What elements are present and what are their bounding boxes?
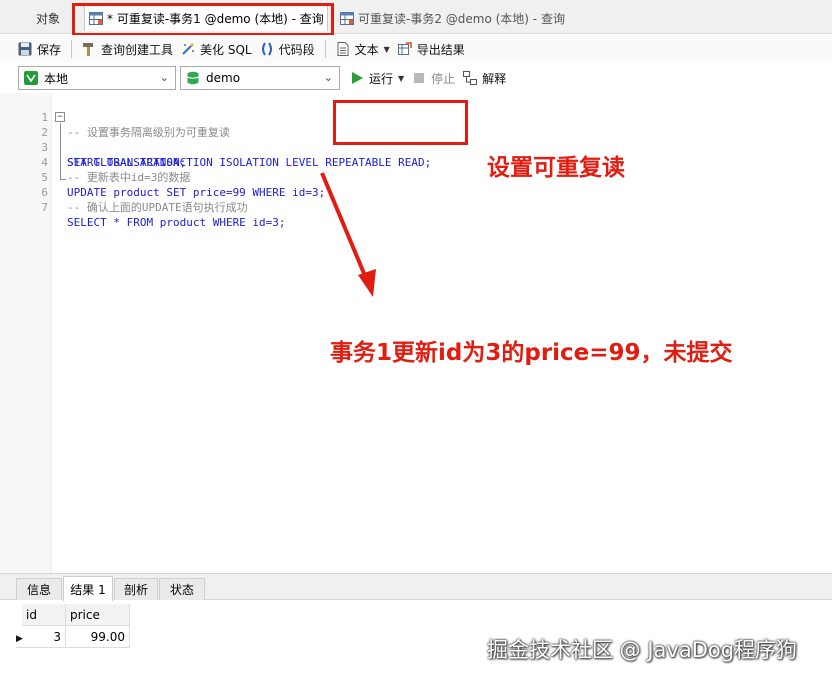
code-text: SELECT * FROM product WHERE id=3; [67, 216, 286, 229]
column-header-label: id [26, 608, 37, 622]
save-label: 保存 [37, 42, 62, 57]
beautify-sql-label: 美化 SQL [200, 42, 252, 57]
column-header-label: price [70, 608, 100, 622]
database-value: demo [206, 71, 241, 85]
highlight-repeatable-read [333, 100, 468, 145]
tab-result-1[interactable]: 结果 1 [63, 576, 113, 601]
explain-label: 解释 [482, 71, 507, 86]
toolbar-main: 保存 查询创建工具 美化 SQL 代码段 文本 ▼ 导出结果 [0, 35, 832, 63]
caret-down-icon: ▼ [398, 73, 405, 83]
export-results-button[interactable]: 导出结果 [394, 38, 469, 60]
cell-value: 99.00 [90, 630, 125, 644]
connection-value: 本地 [44, 71, 69, 86]
query-builder-label: 查询创建工具 [101, 42, 174, 57]
connection-select[interactable]: 本地 ⌄ [18, 66, 176, 90]
magic-wand-icon [182, 43, 195, 55]
tab-second-label: 可重复读-事务2 @demo (本地) - 查询 [358, 11, 565, 26]
text-mode-dropdown[interactable]: 文本 ▼ [332, 38, 394, 60]
tab-objects-label: 对象 [36, 11, 61, 26]
chevron-down-icon: ⌄ [159, 71, 169, 84]
tab-profile-label: 剖析 [123, 583, 148, 597]
annotation-update: 事务1更新id为3的price=99，未提交 [330, 340, 733, 366]
document-icon [337, 42, 349, 56]
table-cell[interactable]: 99.00 [66, 626, 130, 648]
toolbar-separator [324, 40, 326, 58]
tab-query-transaction-2[interactable]: 可重复读-事务2 @demo (本地) - 查询 [338, 6, 565, 30]
watermark: 掘金技术社区 @ JavaDog程序狗 [487, 638, 798, 662]
toolbar-connection: 本地 ⌄ demo ⌄ 运行 ▼ 停止 解释 [0, 63, 832, 93]
connection-icon [24, 71, 38, 85]
explain-button[interactable]: 解释 [459, 67, 510, 89]
code-line: 1 -- 设置事务隔离级别为可重复读 [0, 95, 600, 139]
query-table-icon [340, 11, 354, 25]
tab-info[interactable]: 信息 [16, 578, 62, 600]
explain-icon [463, 71, 478, 85]
parentheses-icon [261, 42, 272, 56]
export-results-label: 导出结果 [416, 42, 465, 57]
run-label: 运行 [369, 71, 394, 86]
stop-icon [414, 73, 425, 83]
floppy-disk-icon [18, 42, 32, 56]
tab-profile[interactable]: 剖析 [114, 578, 158, 600]
stop-button[interactable]: 停止 [408, 67, 459, 89]
tab-status-label: 状态 [169, 583, 194, 597]
cell-value: 3 [53, 630, 61, 644]
chevron-down-icon: ⌄ [323, 71, 333, 84]
line-number: 7 [41, 201, 48, 214]
stop-label: 停止 [431, 71, 456, 86]
code-snippet-label: 代码段 [278, 42, 315, 57]
export-table-icon [397, 42, 412, 55]
caret-down-icon: ▼ [383, 44, 390, 54]
save-button[interactable]: 保存 [14, 38, 65, 60]
tab-result-label: 结果 1 [70, 582, 106, 597]
tab-info-label: 信息 [26, 583, 51, 597]
table-cell[interactable]: 3 [22, 626, 66, 648]
red-arrow-icon [320, 172, 376, 297]
database-icon [187, 71, 199, 85]
database-select[interactable]: demo ⌄ [180, 66, 340, 90]
code-text: -- 确认上面的UPDATE语句执行成功 [67, 201, 248, 214]
tab-status[interactable]: 状态 [159, 578, 205, 600]
column-header-id[interactable]: id [22, 604, 66, 626]
code-line: 3 START TRANSACTION; [0, 125, 600, 169]
code-line: 7 SELECT * FROM product WHERE id=3; [0, 185, 600, 229]
code-snippet-button[interactable]: 代码段 [256, 38, 319, 60]
code-line: 2 − SET GLOBAL TRANSACTION ISOLATION LEV… [0, 110, 600, 169]
query-builder-button[interactable]: 查询创建工具 [78, 38, 177, 60]
fold-toggle-icon[interactable]: − [55, 112, 65, 122]
toolbar-separator [71, 40, 73, 58]
highlight-active-tab [72, 3, 334, 36]
result-tabs: 信息 结果 1 剖析 状态 [0, 573, 832, 601]
beautify-sql-button[interactable]: 美化 SQL [177, 38, 256, 60]
hammer-icon [83, 43, 94, 56]
annotation-isolation: 设置可重复读 [487, 155, 625, 181]
tab-objects[interactable]: 对象 [36, 6, 60, 30]
column-header-price[interactable]: price [66, 604, 130, 626]
text-mode-label: 文本 [354, 42, 379, 57]
run-button[interactable]: 运行 ▼ [346, 67, 408, 89]
play-icon [352, 72, 363, 84]
